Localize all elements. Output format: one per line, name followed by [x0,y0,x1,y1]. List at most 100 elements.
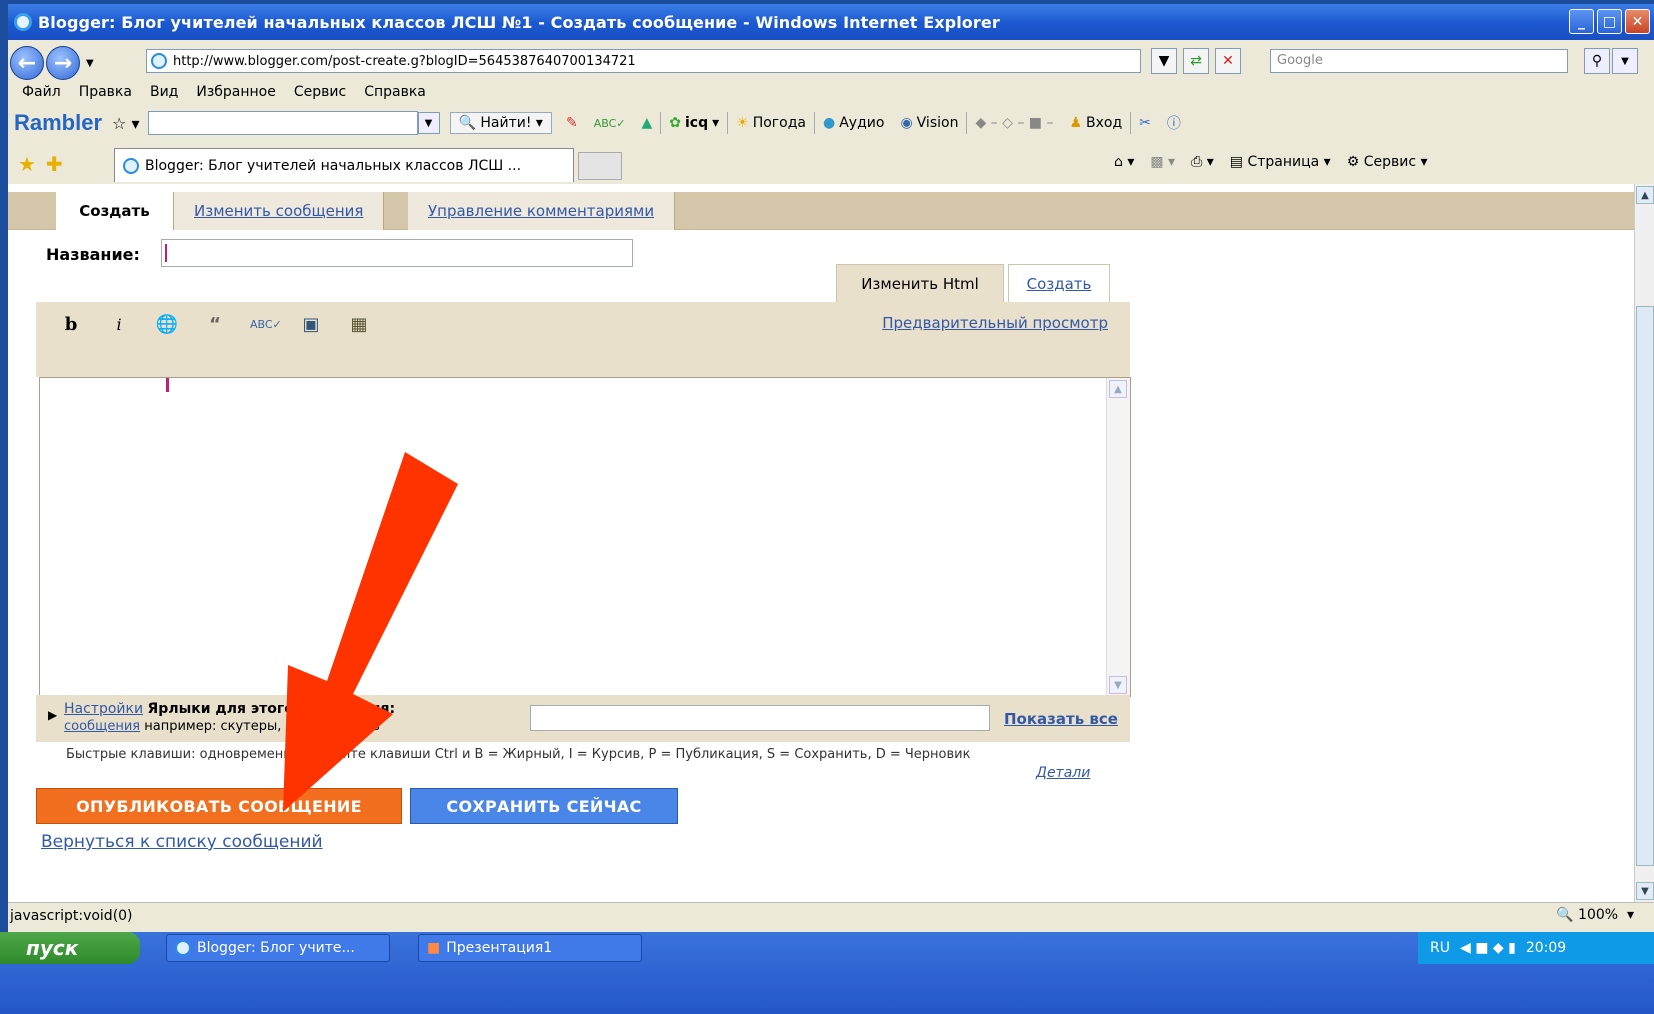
page-scroll-down-icon[interactable]: ▼ [1636,882,1654,900]
scroll-down-icon[interactable]: ▼ [1109,676,1127,694]
history-dropdown-icon[interactable]: ▼ [86,58,94,69]
tools-icons[interactable]: ◆ – ◇ – ■ – [975,115,1053,131]
page-menu-label: Страница [1247,154,1320,170]
settings-link[interactable]: Настройки [64,701,143,717]
blockquote-icon[interactable]: “ [202,314,228,335]
zoom-level[interactable]: 🔍 100% ▾ [1556,907,1634,923]
vision-button[interactable]: ◉ Vision [900,115,958,131]
search-icon[interactable]: ⚲ [1584,48,1610,74]
menu-file[interactable]: Файл [22,84,61,106]
editor-toolbar: b i 🌐 “ ABC✓ ▣ ▦ Предварительный просмот… [36,302,1130,377]
spellcheck-icon[interactable]: ABC✓ [594,117,626,130]
tab-page-icon [123,157,139,174]
login-button[interactable]: ♟ Вход [1069,115,1122,131]
address-dropdown-icon[interactable]: ▼ [1151,48,1177,74]
rambler-find-button[interactable]: 🔍 Найти! ▾ [449,112,552,134]
maximize-button[interactable]: □ [1597,9,1622,34]
search-input[interactable]: Google [1270,49,1568,73]
back-button[interactable]: ← [10,46,44,80]
tab-edit-html[interactable]: Изменить Html [836,264,1004,302]
settings-link-2[interactable]: сообщения [64,719,140,734]
stop-icon[interactable]: ✕ [1215,48,1241,74]
save-now-button[interactable]: СОХРАНИТЬ СЕЙЧАС [410,788,678,824]
link-icon[interactable]: 🌐 [154,314,180,335]
taskbar-item-label: Презентация1 [446,940,553,956]
settings-icon[interactable]: ✂ [1139,115,1151,131]
tools-menu[interactable]: ⚙ Сервис ▾ [1347,154,1428,170]
text-cursor [166,378,169,392]
pencil-icon[interactable]: ✎ [566,115,578,131]
tab-edit-posts[interactable]: Изменить сообщения [174,192,385,230]
tab-compose[interactable]: Создать [1008,264,1110,302]
title-input[interactable] [161,239,633,267]
taskbar-item-presentation[interactable]: ■ Презентация1 [418,934,642,962]
spellcheck-icon[interactable]: ABC✓ [250,318,282,331]
forward-button[interactable]: → [46,46,80,80]
minimize-button[interactable]: _ [1569,9,1594,34]
rambler-logo[interactable]: Rambler [14,110,102,136]
find-label: Найти! [480,115,532,131]
menu-bar: Файл Правка Вид Избранное Сервис Справка [8,84,426,106]
menu-favorites[interactable]: Избранное [196,84,276,106]
powerpoint-icon: ■ [427,940,441,956]
browser-tab[interactable]: Blogger: Блог учителей начальных классов… [114,148,574,182]
show-all-link[interactable]: Показать все [1004,710,1118,728]
italic-icon[interactable]: i [106,315,132,334]
weather-label: Погода [752,115,806,131]
ie-task-icon [175,940,191,956]
language-indicator[interactable]: RU [1430,940,1450,956]
new-tab-button[interactable] [578,152,622,180]
details-link[interactable]: Детали [1036,765,1090,781]
menu-edit[interactable]: Правка [79,84,132,106]
tray-icons[interactable]: ◀ ■ ◆ ▮ [1460,940,1516,956]
icq-button[interactable]: ✿ icq ▾ [669,115,719,131]
tab-create[interactable]: Создать [56,192,174,230]
taskbar-item-label: Blogger: Блог учите... [197,940,355,956]
highlight-icon[interactable]: ▲ [641,115,652,131]
post-body-textarea[interactable]: ▲ ▼ [39,377,1131,697]
page-scroll-thumb[interactable] [1636,306,1654,866]
labels-line-2: сообщения например: скутеры, отпуск, осе… [64,719,380,734]
star-icon[interactable]: ☆ ▾ [112,114,139,133]
tab-manage-comments[interactable]: Управление комментариями [408,192,676,230]
home-icon[interactable]: ⌂ ▾ [1114,154,1134,170]
page-menu[interactable]: ▤ Страница ▾ [1230,154,1331,170]
video-icon[interactable]: ▦ [346,314,372,335]
taskbar: пуск Blogger: Блог учите... ■ Презентаци… [0,932,1654,1014]
bold-icon[interactable]: b [58,314,84,335]
image-icon[interactable]: ▣ [298,314,324,335]
close-button[interactable]: ✕ [1625,9,1650,34]
expand-arrow-icon[interactable]: ▶ [48,708,57,722]
menu-view[interactable]: Вид [150,84,178,106]
shortcuts-hint: Быстрые клавиши: одновременно нажмите кл… [66,747,971,762]
menu-tools[interactable]: Сервис [294,84,346,106]
print-icon[interactable]: ⎙ ▾ [1191,154,1214,170]
back-to-posts-link[interactable]: Вернуться к списку сообщений [41,832,323,852]
help-icon[interactable]: ⓘ [1167,113,1181,133]
taskbar-item-blogger[interactable]: Blogger: Блог учите... [166,934,390,962]
preview-link[interactable]: Предварительный просмотр [882,314,1108,332]
refresh-icon[interactable]: ⇄ [1183,48,1209,74]
scroll-up-icon[interactable]: ▲ [1109,380,1127,398]
labels-example: например: скутеры, отпуск, осень [144,719,380,734]
publish-button[interactable]: ОПУБЛИКОВАТЬ СООБЩЕНИЕ [36,788,402,824]
start-button[interactable]: пуск [0,932,140,964]
weather-button[interactable]: ☀ Погода [736,115,806,131]
address-bar[interactable]: http://www.blogger.com/post-create.g?blo… [146,49,1141,73]
favorites-icon[interactable]: ★✚ [18,152,73,176]
audio-button[interactable]: ● Аудио [823,115,884,131]
labels-input[interactable] [530,705,990,731]
search-options-icon[interactable]: ▼ [1612,48,1638,74]
feeds-icon[interactable]: ▩ ▾ [1150,154,1175,170]
rambler-search-input[interactable] [147,111,418,135]
editor-scrollbar[interactable]: ▲ ▼ [1106,378,1130,696]
flower-icon: ✿ [669,115,681,131]
title-bar: Blogger: Блог учителей начальных классов… [8,4,1654,40]
audio-label: Аудио [839,115,885,131]
menu-help[interactable]: Справка [364,84,426,106]
rambler-dropdown-icon[interactable]: ▼ [417,112,440,134]
page-scroll-up-icon[interactable]: ▲ [1636,186,1654,204]
page-scrollbar[interactable]: ▲ ▼ [1634,184,1654,902]
system-tray: RU ◀ ■ ◆ ▮ 20:09 [1418,932,1654,964]
status-bar: javascript:void(0) 🔍 100% ▾ [8,902,1654,928]
